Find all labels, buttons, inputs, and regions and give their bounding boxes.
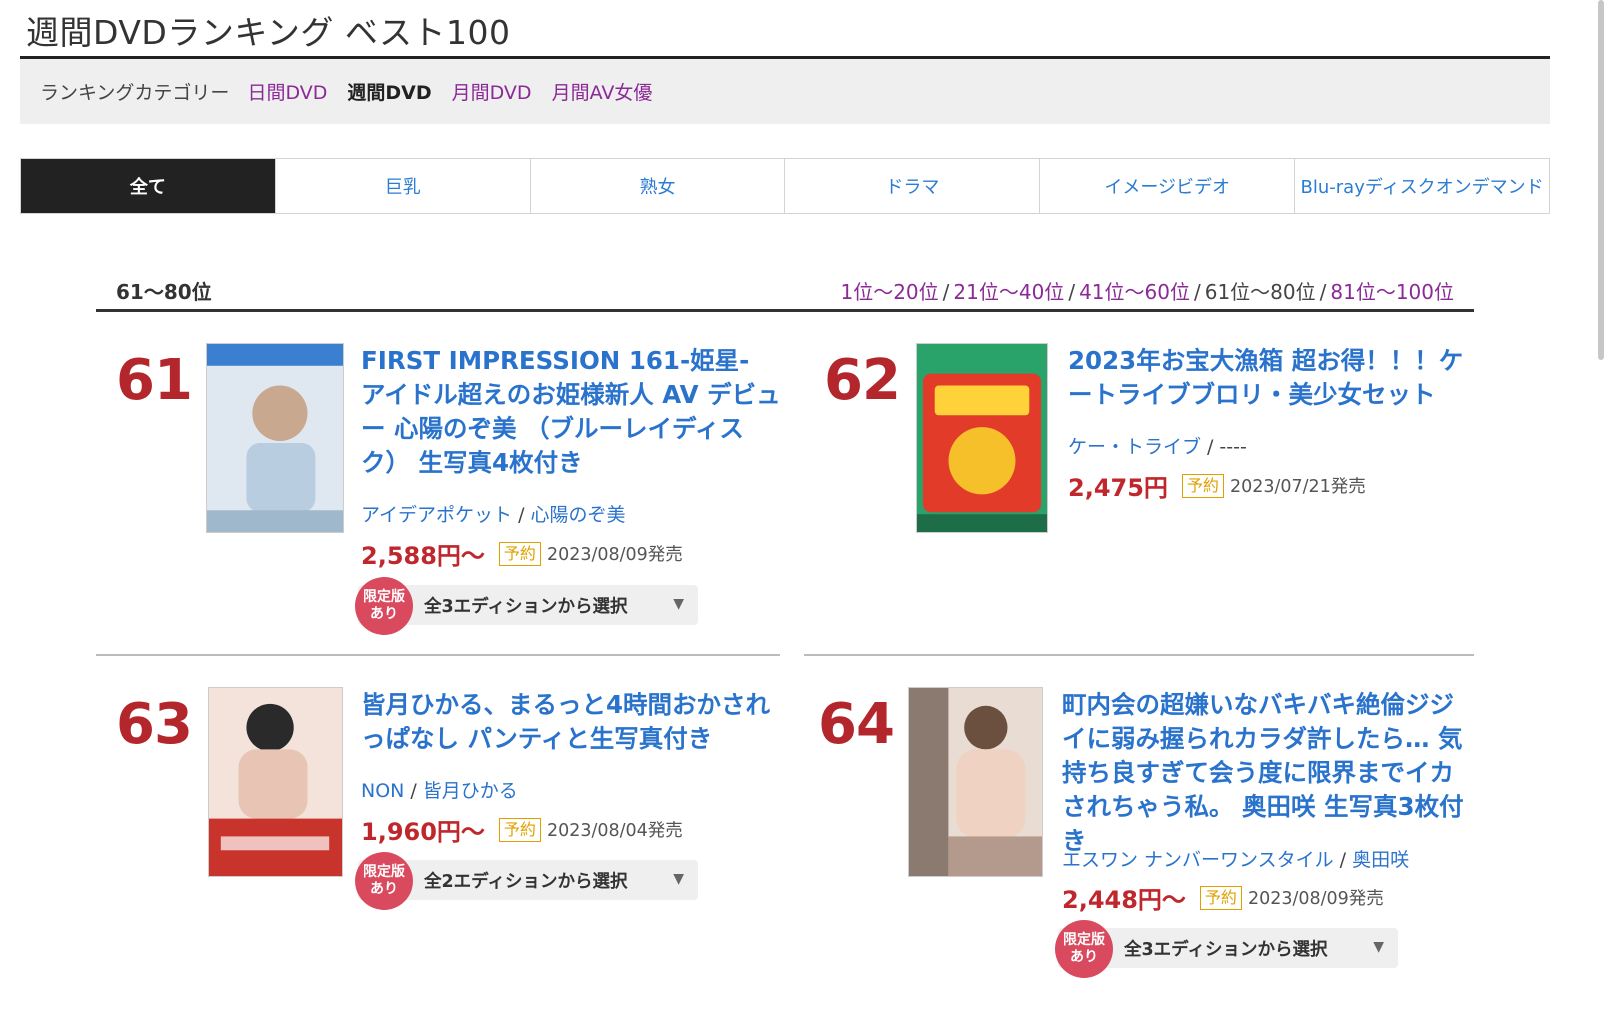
range-separator: /	[942, 280, 950, 304]
product-meta: ケー・トライブ / ----	[1068, 436, 1247, 458]
edition-select[interactable]: 限定版 あり 全3エディションから選択 ▼	[355, 577, 698, 635]
maker-link[interactable]: NON	[361, 780, 404, 802]
maker-link[interactable]: ケー・トライブ	[1068, 436, 1201, 458]
maker-link[interactable]: アイデアポケット	[361, 504, 512, 526]
price: 2,475円	[1068, 474, 1168, 502]
row-divider	[804, 654, 1474, 656]
rank-number: 64	[818, 692, 895, 757]
genre-tabs: 全て 巨乳 熟女 ドラマ イメージビデオ Blu-rayディスクオンデマンド	[20, 158, 1550, 214]
range-link-41-60[interactable]: 41位〜60位	[1079, 280, 1190, 304]
reservation-badge: 予約	[498, 541, 541, 566]
range-link-1-20[interactable]: 1位〜20位	[840, 280, 938, 304]
product-title-link[interactable]: 町内会の超嫌いなバキバキ絶倫ジジイに弱み握られカラダ許したら… 気持ち良すぎて会…	[1062, 688, 1472, 858]
rank-number: 62	[824, 348, 901, 413]
tab-drama[interactable]: ドラマ	[784, 159, 1039, 213]
chevron-down-icon: ▼	[1373, 939, 1384, 955]
actress-link[interactable]: 皆月ひかる	[423, 780, 518, 802]
product-title-link[interactable]: 皆月ひかる、まるっと4時間おかされっぱなし パンティと生写真付き	[361, 688, 771, 756]
price: 2,588円〜	[361, 542, 485, 570]
edition-select-label: 全3エディションから選択	[1124, 939, 1328, 960]
limited-edition-badge: 限定版 あり	[355, 852, 413, 910]
rank-number: 61	[116, 348, 193, 413]
edition-select-label: 全2エディションから選択	[424, 871, 628, 892]
category-monthly-actress[interactable]: 月間AV女優	[552, 78, 653, 105]
product-meta: エスワン ナンバーワンスタイル / 奥田咲	[1062, 849, 1410, 871]
range-link-81-100[interactable]: 81位〜100位	[1330, 280, 1454, 304]
chevron-down-icon: ▼	[673, 871, 684, 887]
range-current-61-80: 61位〜80位	[1204, 280, 1316, 304]
product-title-link[interactable]: 2023年お宝大漁箱 超お得！！！ケートライブブロリ・美少女セット	[1068, 344, 1478, 412]
maker-link[interactable]: エスワン ナンバーワンスタイル	[1062, 849, 1334, 871]
range-link-21-40[interactable]: 21位〜40位	[953, 280, 1064, 304]
range-divider	[96, 309, 1474, 312]
price-line: 2,475円 予約 2023/07/21発売	[1068, 468, 1366, 503]
product-meta: アイデアポケット / 心陽のぞ美	[361, 504, 626, 526]
actress-link[interactable]: 心陽のぞ美	[530, 504, 625, 526]
edition-select[interactable]: 限定版 あり 全3エディションから選択 ▼	[1055, 920, 1398, 978]
tab-mature[interactable]: 熟女	[529, 159, 785, 213]
tab-bluray-on-demand[interactable]: Blu-rayディスクオンデマンド	[1294, 159, 1549, 213]
tab-all[interactable]: 全て	[21, 159, 275, 213]
rank-number: 63	[116, 692, 193, 757]
product-cover-image[interactable]	[208, 687, 343, 877]
release-date: 2023/07/21発売	[1229, 477, 1366, 497]
actress-none: ----	[1219, 436, 1247, 458]
product-cover-image[interactable]	[206, 343, 344, 533]
product-title-link[interactable]: FIRST IMPRESSION 161-姫星- アイドル超えのお姫様新人 AV…	[361, 344, 781, 480]
page-title: 週間DVDランキング ベスト100	[26, 13, 511, 52]
row-divider	[96, 654, 780, 656]
edition-select-label: 全3エディションから選択	[424, 596, 628, 617]
tab-big-breasts[interactable]: 巨乳	[274, 159, 530, 213]
category-monthly-dvd[interactable]: 月間DVD	[452, 78, 532, 105]
actress-link[interactable]: 奥田咲	[1352, 849, 1409, 871]
tab-image-video[interactable]: イメージビデオ	[1039, 159, 1294, 213]
price: 2,448円〜	[1062, 886, 1186, 914]
limited-edition-badge: 限定版 あり	[355, 577, 413, 635]
edition-select[interactable]: 限定版 あり 全2エディションから選択 ▼	[355, 852, 698, 910]
price-line: 1,960円〜 予約 2023/08/04発売	[361, 812, 683, 847]
price-line: 2,588円〜 予約 2023/08/09発売	[361, 536, 683, 571]
price-line: 2,448円〜 予約 2023/08/09発売	[1062, 880, 1384, 915]
limited-edition-badge: 限定版 あり	[1055, 920, 1113, 978]
category-label: ランキングカテゴリー	[40, 82, 230, 104]
range-title: 61〜80位	[116, 280, 212, 304]
release-date: 2023/08/09発売	[1247, 889, 1384, 909]
release-date: 2023/08/09発売	[546, 545, 683, 565]
product-meta: NON / 皆月ひかる	[361, 780, 518, 802]
range-separator: /	[1193, 280, 1201, 304]
product-cover-image[interactable]	[908, 687, 1043, 877]
page-scrollbar[interactable]	[1598, 0, 1604, 360]
category-daily-dvd[interactable]: 日間DVD	[247, 78, 327, 105]
range-pagination: 1位〜20位/21位〜40位/41位〜60位/61位〜80位/81位〜100位	[840, 276, 1454, 305]
range-separator: /	[1319, 280, 1327, 304]
ranking-category-bar: ランキングカテゴリー 日間DVD 週間DVD 月間DVD 月間AV女優	[20, 59, 1550, 124]
reservation-badge: 予約	[498, 817, 541, 842]
reservation-badge: 予約	[1181, 473, 1224, 498]
reservation-badge: 予約	[1199, 885, 1242, 910]
chevron-down-icon: ▼	[673, 596, 684, 612]
category-weekly-dvd: 週間DVD	[347, 82, 432, 104]
range-separator: /	[1068, 280, 1076, 304]
price: 1,960円〜	[361, 818, 485, 846]
release-date: 2023/08/04発売	[546, 821, 683, 841]
product-cover-image[interactable]	[916, 343, 1048, 533]
